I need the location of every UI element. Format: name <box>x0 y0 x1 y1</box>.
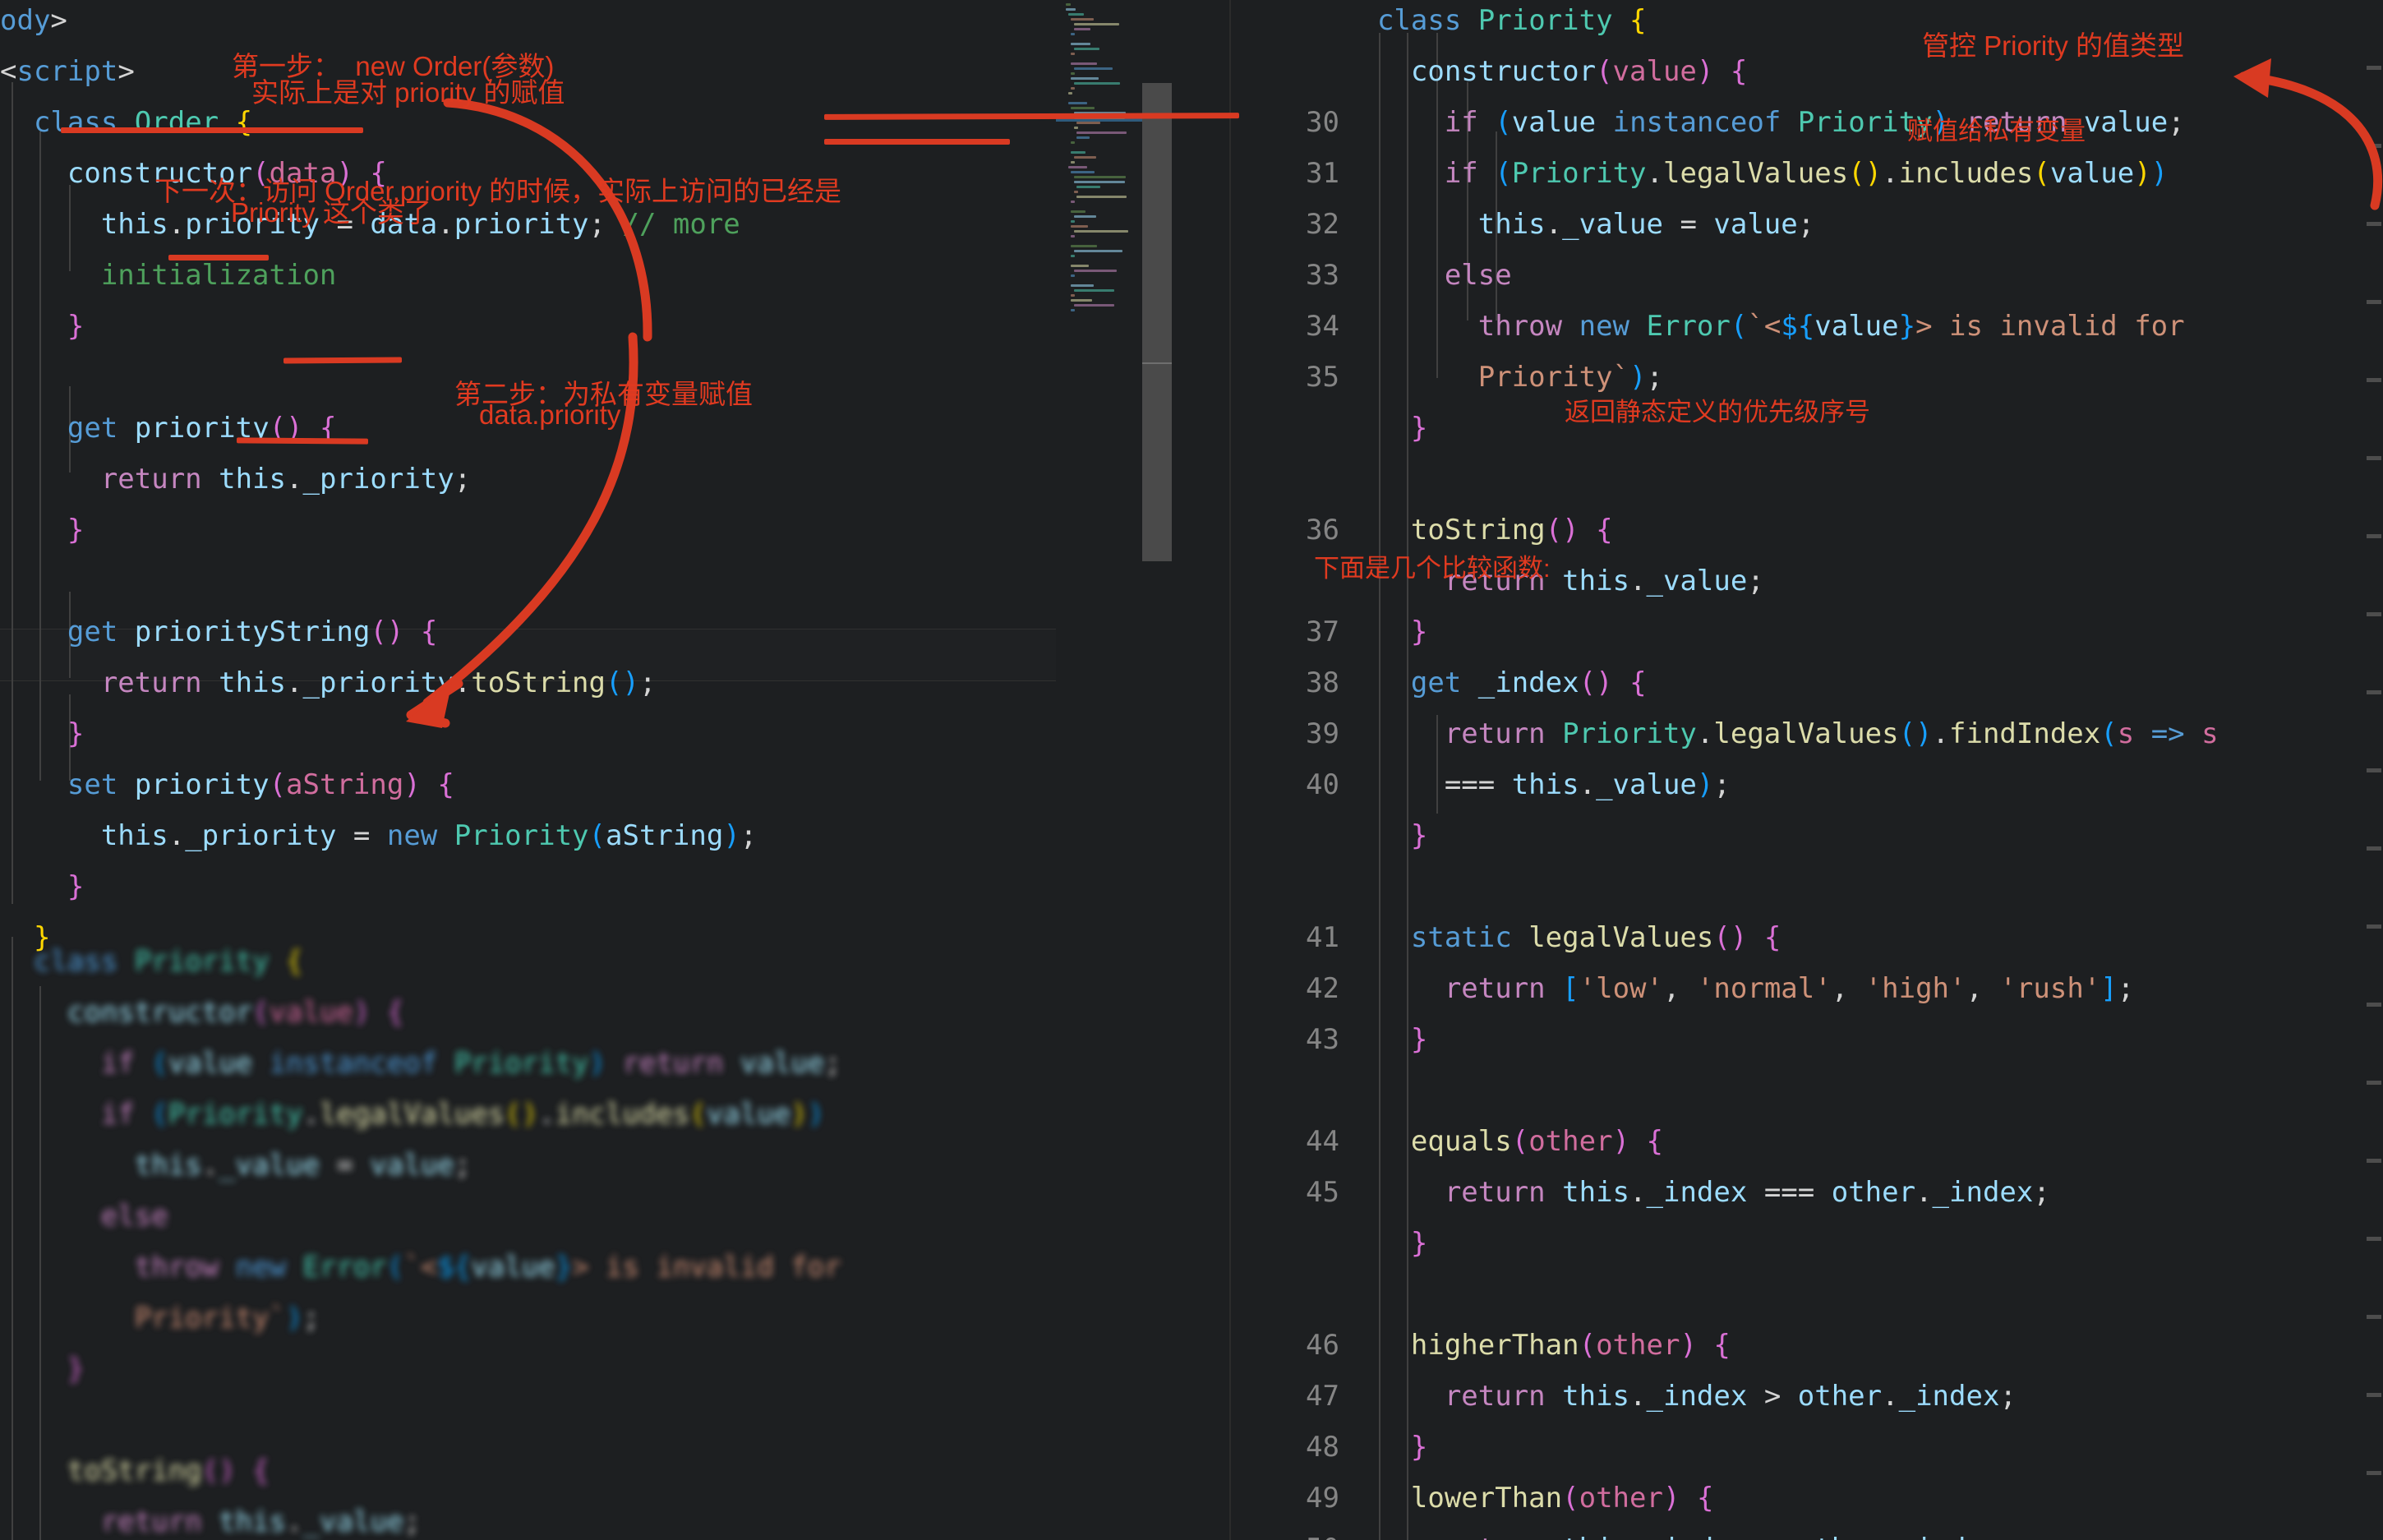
minimap-line <box>1071 294 1076 297</box>
left-code-text[interactable]: ody> <script> class Order { constructor(… <box>0 0 757 963</box>
minimap-line <box>1071 141 1076 144</box>
minimap-line <box>1071 220 1076 223</box>
minimap-line <box>1071 87 1076 90</box>
annotation-step-2-line2: data.priority <box>479 399 621 430</box>
minimap-line <box>1071 43 1090 45</box>
minimap-line <box>1073 28 1090 30</box>
minimap-line <box>1073 67 1113 70</box>
minimap-line <box>1073 23 1119 25</box>
blurred-code-text: class Priority { constructor(value) { if… <box>0 945 841 1538</box>
underline-this-priority <box>61 127 363 133</box>
minimap-line <box>1071 255 1076 257</box>
pane-divider <box>1229 0 1231 1540</box>
minimap[interactable] <box>1056 0 1142 1540</box>
annotation-value-type: 管控 Priority 的值类型 <box>1922 30 2185 61</box>
minimap-line <box>1066 3 1071 6</box>
minimap-line <box>1071 225 1088 228</box>
minimap-line <box>1071 201 1076 203</box>
minimap-line <box>1073 304 1114 307</box>
minimap-line <box>1073 230 1129 233</box>
line-number-gutter: 30 31 32 33 34 35 36 37 38 39 40 41 42 43 44 45 46 4… <box>1306 106 1339 1540</box>
scrollbar-thumb-lower[interactable] <box>1142 364 1172 561</box>
annotation-static-index: 返回静态定义的优先级序号 <box>1565 398 1870 426</box>
minimap-line <box>1076 136 1090 139</box>
scrollbar-thumb-upper[interactable] <box>1142 83 1172 362</box>
minimap-line <box>1071 161 1076 164</box>
minimap-line <box>1076 122 1100 124</box>
minimap-line <box>1073 181 1125 183</box>
underline-this-value-assign <box>824 139 1010 145</box>
minimap-line <box>1071 107 1095 109</box>
minimap-line <box>1071 299 1093 302</box>
minimap-line <box>1071 62 1098 65</box>
editor-scrollbar[interactable] <box>1142 0 1172 1540</box>
minimap-line <box>1076 186 1100 188</box>
minimap-line <box>1071 151 1085 154</box>
annotation-compare-functions: 下面是几个比较函数: <box>1314 554 1551 583</box>
left-editor-pane[interactable]: ody> <script> class Order { constructor(… <box>0 0 1056 1540</box>
annotation-next-access-line2: Priority 这个类了 <box>231 197 431 228</box>
underline-_priority <box>168 255 269 261</box>
minimap-line <box>1071 33 1076 35</box>
minimap-line <box>1068 92 1073 95</box>
minimap-line <box>1071 309 1076 311</box>
underline-legalvalues-includes <box>823 113 1240 120</box>
minimap-line <box>1071 171 1095 173</box>
underline-new-priority <box>236 437 369 445</box>
minimap-line <box>1071 245 1098 247</box>
underline-toString <box>283 357 403 364</box>
minimap-line <box>1076 196 1127 198</box>
minimap-line <box>1071 265 1090 267</box>
minimap-line <box>1073 270 1117 272</box>
blurred-code-region: class Priority { constructor(value) { if… <box>0 941 1056 1540</box>
minimap-line <box>1073 48 1100 50</box>
minimap-line <box>1073 127 1079 129</box>
minimap-line <box>1071 53 1076 55</box>
right-editor-pane[interactable]: 30 31 32 33 34 35 36 37 38 39 40 41 42 43 44 45 46 4… <box>1249 0 2383 1540</box>
minimap-line <box>1073 250 1123 252</box>
minimap-line <box>1073 82 1121 85</box>
minimap-line <box>1071 18 1094 21</box>
minimap-line <box>1073 176 1127 178</box>
minimap-line <box>1068 102 1088 104</box>
minimap-line <box>1071 274 1076 277</box>
minimap-line <box>1068 166 1088 168</box>
minimap-line <box>1071 72 1076 75</box>
minimap-line <box>1071 77 1099 80</box>
annotation-assign-private: 赋值给私有变量 <box>1907 117 2086 145</box>
minimap-line <box>1071 284 1094 287</box>
right-code-text[interactable]: class Priority { constructor(value) { if… <box>1344 0 2219 1540</box>
annotation-step-1-line2: 实际上是对 priority 的赋值 <box>251 77 565 108</box>
code-editor-window: ody> <script> class Order { constructor(… <box>0 0 2383 1540</box>
minimap-line <box>1073 289 1114 292</box>
minimap-line <box>1068 13 1085 16</box>
overview-ruler[interactable] <box>2362 0 2383 1540</box>
minimap-line <box>1076 131 1127 134</box>
minimap-line <box>1073 215 1097 218</box>
minimap-line <box>1071 210 1085 213</box>
minimap-line <box>1073 156 1097 159</box>
minimap-line <box>1073 191 1079 193</box>
minimap-line <box>1066 8 1076 11</box>
minimap-line <box>1071 235 1076 237</box>
